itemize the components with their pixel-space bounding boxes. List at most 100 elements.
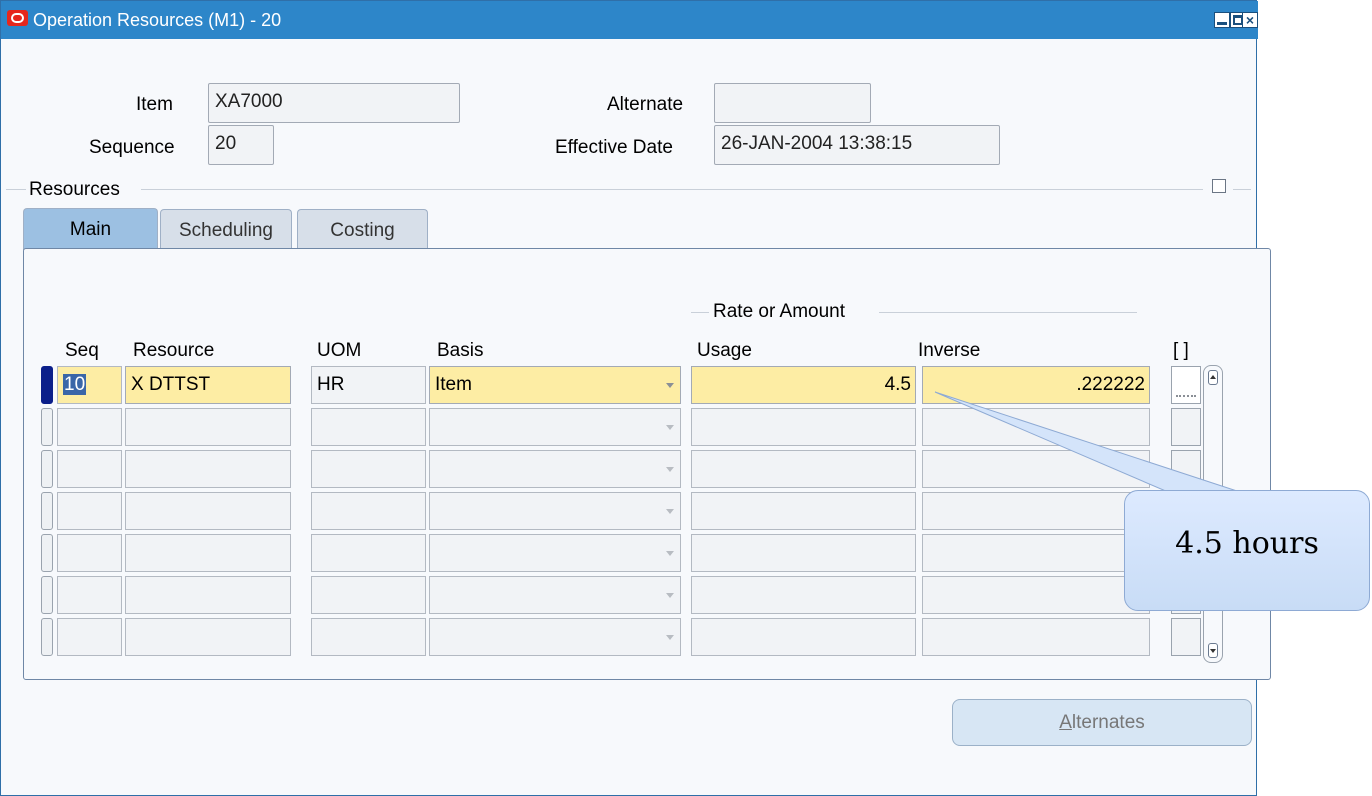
oracle-logo-icon	[7, 10, 28, 26]
alternates-mnemonic: A	[1059, 712, 1072, 733]
usage-cell[interactable]: 4.5	[691, 366, 916, 404]
resource-cell[interactable]	[125, 576, 291, 614]
chevron-down-icon[interactable]	[666, 467, 674, 472]
record-indicator[interactable]	[41, 534, 53, 572]
callout-bubble: 4.5 hours	[1124, 490, 1370, 611]
usage-cell[interactable]	[691, 408, 916, 446]
usage-cell[interactable]	[691, 492, 916, 530]
uom-cell[interactable]	[311, 618, 426, 656]
effective-date-label: Effective Date	[555, 137, 673, 158]
column-header-uom: UOM	[317, 340, 362, 361]
alternate-field[interactable]	[714, 83, 871, 123]
column-header-seq: Seq	[65, 340, 99, 361]
basis-select[interactable]	[429, 534, 681, 572]
seq-cell[interactable]	[57, 492, 122, 530]
basis-select[interactable]	[429, 492, 681, 530]
inverse-cell[interactable]	[922, 618, 1150, 656]
usage-cell[interactable]	[691, 576, 916, 614]
column-header-usage: Usage	[697, 340, 752, 361]
chevron-down-icon[interactable]	[666, 635, 674, 640]
seq-cell[interactable]	[57, 618, 122, 656]
basis-select[interactable]	[429, 576, 681, 614]
section-divider-left	[6, 189, 26, 190]
inverse-cell[interactable]: .222222	[922, 366, 1150, 404]
alternate-label: Alternate	[607, 94, 684, 115]
scroll-down-icon[interactable]	[1208, 643, 1218, 658]
resources-section-title: Resources	[29, 179, 126, 201]
basis-select[interactable]	[429, 450, 681, 488]
section-checkbox[interactable]	[1212, 179, 1226, 193]
seq-cell[interactable]	[57, 576, 122, 614]
current-record-indicator[interactable]	[41, 366, 53, 404]
minimize-icon[interactable]	[1214, 12, 1230, 28]
close-icon[interactable]: ×	[1242, 12, 1258, 28]
chevron-down-icon[interactable]	[666, 593, 674, 598]
sequence-label: Sequence	[89, 137, 175, 158]
seq-cell[interactable]: 10	[57, 366, 122, 404]
resource-cell[interactable]: X DTTST	[125, 366, 291, 404]
column-header-basis: Basis	[437, 340, 484, 361]
rate-or-amount-label: Rate or Amount	[713, 301, 846, 322]
basis-select[interactable]: Item	[429, 366, 681, 404]
seq-cell[interactable]	[57, 534, 122, 572]
inverse-cell[interactable]	[922, 576, 1150, 614]
basis-select[interactable]	[429, 408, 681, 446]
usage-cell[interactable]	[691, 534, 916, 572]
section-divider-right	[1233, 189, 1251, 190]
uom-cell[interactable]	[311, 492, 426, 530]
flexfield-cell[interactable]	[1171, 366, 1201, 404]
alternates-button[interactable]: Alternates	[952, 699, 1252, 746]
resource-cell[interactable]	[125, 492, 291, 530]
record-indicator[interactable]	[41, 492, 53, 530]
column-header-inverse: Inverse	[918, 340, 981, 361]
section-divider	[141, 189, 1203, 190]
inverse-cell[interactable]	[922, 534, 1150, 572]
usage-cell[interactable]	[691, 450, 916, 488]
inverse-cell[interactable]	[922, 450, 1150, 488]
basis-select[interactable]	[429, 618, 681, 656]
flexfield-cell[interactable]	[1171, 618, 1201, 656]
scroll-up-icon[interactable]	[1208, 370, 1218, 385]
column-header-flexfield: [ ]	[1173, 340, 1189, 361]
uom-cell[interactable]	[311, 408, 426, 446]
sequence-field[interactable]: 20	[208, 125, 274, 165]
rate-group-line-left	[691, 312, 709, 313]
ellipsis-icon	[1176, 395, 1196, 397]
uom-cell[interactable]: HR	[311, 366, 426, 404]
resource-cell[interactable]	[125, 534, 291, 572]
record-indicator[interactable]	[41, 618, 53, 656]
seq-value: 10	[63, 374, 87, 395]
seq-cell[interactable]	[57, 450, 122, 488]
tab-costing[interactable]: Costing	[297, 209, 428, 249]
chevron-down-icon[interactable]	[666, 509, 674, 514]
resource-cell[interactable]	[125, 618, 291, 656]
resource-cell[interactable]	[125, 408, 291, 446]
item-field[interactable]: XA7000	[208, 83, 460, 123]
record-indicator[interactable]	[41, 408, 53, 446]
chevron-down-icon[interactable]	[666, 551, 674, 556]
inverse-cell[interactable]	[922, 408, 1150, 446]
chevron-down-icon[interactable]	[666, 383, 674, 388]
inverse-cell[interactable]	[922, 492, 1150, 530]
callout-text: 4.5 hours	[1175, 526, 1319, 561]
alternates-label: lternates	[1071, 712, 1145, 733]
effective-date-field[interactable]: 26-JAN-2004 13:38:15	[714, 125, 1000, 165]
tab-main[interactable]: Main	[23, 208, 158, 250]
resource-cell[interactable]	[125, 450, 291, 488]
uom-cell[interactable]	[311, 576, 426, 614]
basis-value: Item	[435, 374, 472, 395]
column-header-resource: Resource	[133, 340, 215, 361]
usage-cell[interactable]	[691, 618, 916, 656]
title-bar[interactable]: Operation Resources (M1) - 20 ×	[1, 1, 1258, 39]
window-title: Operation Resources (M1) - 20	[33, 10, 282, 30]
record-indicator[interactable]	[41, 576, 53, 614]
seq-cell[interactable]	[57, 408, 122, 446]
rate-group-line-right	[879, 312, 1137, 313]
chevron-down-icon[interactable]	[666, 425, 674, 430]
record-indicator[interactable]	[41, 450, 53, 488]
uom-cell[interactable]	[311, 450, 426, 488]
tab-scheduling[interactable]: Scheduling	[160, 209, 292, 249]
uom-cell[interactable]	[311, 534, 426, 572]
flexfield-cell[interactable]	[1171, 408, 1201, 446]
flexfield-cell[interactable]	[1171, 450, 1201, 488]
